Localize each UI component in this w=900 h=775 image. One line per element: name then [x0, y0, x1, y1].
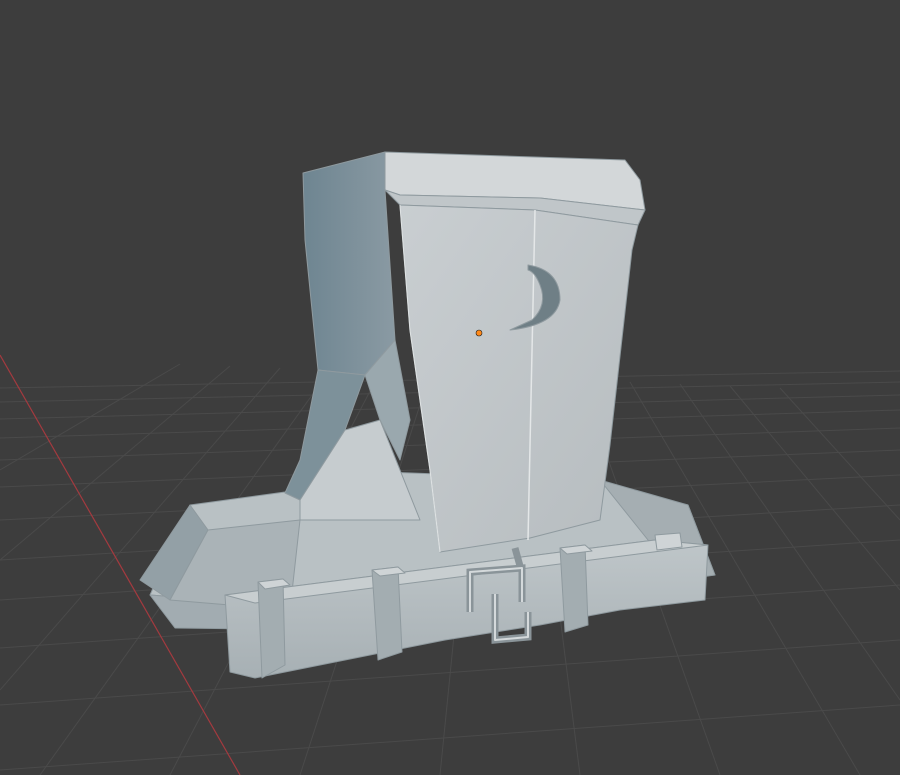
3d-viewport[interactable] [0, 0, 900, 775]
object-origin[interactable] [475, 329, 483, 337]
mesh-object[interactable] [139, 151, 716, 679]
viewport-canvas[interactable] [0, 0, 900, 775]
